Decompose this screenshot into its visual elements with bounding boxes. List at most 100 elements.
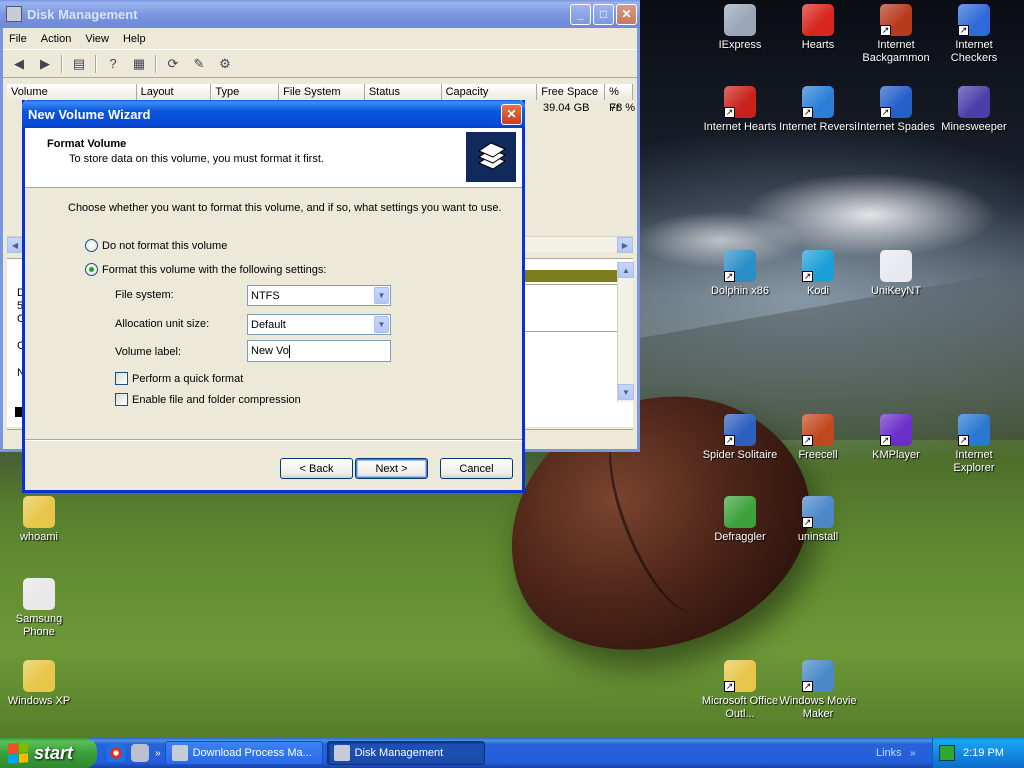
desktop-icon-uninstall[interactable]: ↗ uninstall	[779, 496, 857, 544]
desktop-icon-minesweeper[interactable]: Minesweeper	[935, 86, 1013, 134]
desktop-icon-windows-xp[interactable]: Windows XP	[0, 660, 78, 708]
system-tray: 2:19 PM	[932, 738, 1024, 768]
vertical-scrollbar[interactable]: ▲ ▼	[617, 262, 634, 402]
settings-icon[interactable]: ⚙	[215, 54, 235, 74]
close-icon: ✕	[506, 107, 517, 121]
desktop-icon-spider-solitaire[interactable]: ↗ Spider Solitaire	[701, 414, 779, 462]
links-toolbar[interactable]: Links	[876, 747, 902, 759]
allocation-unit-select[interactable]: Default ▼	[247, 314, 391, 335]
desktop-icon-dolphin[interactable]: ↗ Dolphin x86	[701, 250, 779, 298]
uninstall-icon: ↗	[802, 496, 834, 528]
desktop-icon-freecell[interactable]: ↗ Freecell	[779, 414, 857, 462]
scroll-left-icon[interactable]: ◀	[7, 237, 23, 253]
desktop-icon-whoami[interactable]: whoami	[0, 496, 78, 544]
spreadsheet-file-icon	[23, 578, 55, 610]
wizard-titlebar[interactable]: New Volume Wizard ✕	[22, 100, 525, 128]
column-capacity[interactable]: Capacity	[441, 84, 538, 100]
clock[interactable]: 2:19 PM	[963, 747, 1004, 759]
column-free-space[interactable]: Free Space	[537, 84, 606, 100]
network-icon[interactable]	[939, 745, 955, 761]
desktop-icon-outlook[interactable]: ↗ Microsoft Office Outl...	[701, 660, 779, 721]
desktop-icon-internet-backgammon[interactable]: ↗ Internet Backgammon	[857, 4, 935, 65]
minesweeper-icon	[958, 86, 990, 118]
column-percent-free[interactable]: % Fr	[605, 84, 633, 114]
disk-management-titlebar[interactable]: Disk Management _ □ ✕	[0, 0, 640, 28]
desktop-icon-internet-explorer[interactable]: ↗ Internet Explorer	[935, 414, 1013, 475]
radio-button-selected[interactable]	[85, 263, 98, 276]
links-expand-icon[interactable]: »	[910, 748, 916, 759]
desktop-icon-iexpress[interactable]: IExpress	[701, 4, 779, 52]
radio-button[interactable]	[85, 239, 98, 252]
back-button[interactable]: < Back	[280, 458, 353, 479]
properties-icon[interactable]: ✎	[189, 54, 209, 74]
wizard-close-button[interactable]: ✕	[501, 103, 522, 125]
chevron-down-icon[interactable]: ▼	[374, 316, 389, 333]
refresh-icon[interactable]: ⟳	[163, 54, 183, 74]
wizard-title: New Volume Wizard	[28, 106, 151, 122]
desktop-icon-kmplayer[interactable]: ↗ KMPlayer	[857, 414, 935, 462]
allocation-unit-label: Allocation unit size:	[115, 318, 210, 330]
chrome-icon[interactable]	[107, 744, 125, 762]
file-system-select[interactable]: NTFS ▼	[247, 285, 391, 306]
checkbox[interactable]	[115, 372, 128, 385]
close-button[interactable]: ✕	[616, 3, 637, 25]
outlook-icon: ↗	[724, 660, 756, 692]
taskbar-task-disk-management[interactable]: Disk Management	[326, 741, 485, 765]
taskbar-task-download-process[interactable]: Download Process Ma...	[164, 741, 323, 765]
printer-icon[interactable]	[131, 744, 149, 762]
desktop-icon-internet-spades[interactable]: ↗ Internet Spades	[857, 86, 935, 134]
internet-explorer-icon: ↗	[958, 414, 990, 446]
desktop-icon-unikeynt[interactable]: UniKeyNT	[857, 250, 935, 298]
start-button[interactable]: start	[0, 738, 97, 768]
desktop-icon-internet-hearts[interactable]: ↗ Internet Hearts	[701, 86, 779, 134]
forward-arrow-icon[interactable]: ▶	[35, 54, 55, 74]
compression-checkbox[interactable]: Enable file and folder compression	[115, 393, 301, 406]
menu-file[interactable]: File	[9, 33, 27, 45]
column-type[interactable]: Type	[211, 84, 280, 100]
column-file-system[interactable]: File System	[279, 84, 365, 100]
desktop-icon-internet-reversi[interactable]: ↗ Internet Reversi	[779, 86, 857, 134]
minimize-button[interactable]: _	[570, 3, 591, 25]
scroll-right-icon[interactable]: ▶	[617, 237, 633, 253]
radio-do-not-format[interactable]: Do not format this volume	[85, 239, 227, 252]
list-view-icon[interactable]: ▦	[129, 54, 149, 74]
folder-icon	[23, 496, 55, 528]
scroll-up-icon[interactable]: ▲	[618, 262, 634, 278]
chevron-down-icon[interactable]: ▼	[374, 287, 389, 304]
disk-management-icon	[6, 6, 22, 22]
quick-launch: »	[107, 744, 161, 762]
column-status[interactable]: Status	[364, 84, 442, 100]
menubar: File Action View Help	[3, 28, 637, 50]
console-tree-icon[interactable]: ▤	[69, 54, 89, 74]
quick-launch-expand-icon[interactable]: »	[155, 748, 161, 759]
radio-format-volume[interactable]: Format this volume with the following se…	[85, 263, 326, 276]
desktop-icon-defraggler[interactable]: Defraggler	[701, 496, 779, 544]
back-arrow-icon[interactable]: ◀	[9, 54, 29, 74]
volume-label-input[interactable]: New Vo	[247, 340, 391, 362]
desktop-icon-internet-checkers[interactable]: ↗ Internet Checkers	[935, 4, 1013, 65]
internet-hearts-icon: ↗	[724, 86, 756, 118]
help-icon[interactable]: ?	[103, 54, 123, 74]
folder-icon	[23, 660, 55, 692]
desktop-icon-kodi[interactable]: ↗ Kodi	[779, 250, 857, 298]
maximize-button[interactable]: □	[593, 3, 614, 25]
defraggler-icon	[724, 496, 756, 528]
volume-bar	[523, 270, 619, 282]
volume-block[interactable]	[523, 284, 619, 332]
column-volume[interactable]: Volume	[7, 84, 137, 100]
column-layout[interactable]: Layout	[136, 84, 212, 100]
cancel-button[interactable]: Cancel	[440, 458, 513, 479]
menu-help[interactable]: Help	[123, 33, 146, 45]
quick-format-checkbox[interactable]: Perform a quick format	[115, 372, 243, 385]
desktop-icon-movie-maker[interactable]: ↗ Windows Movie Maker	[779, 660, 857, 721]
checkbox[interactable]	[115, 393, 128, 406]
desktop-icon-samsung-phone[interactable]: Samsung Phone	[0, 578, 78, 639]
next-button[interactable]: Next >	[355, 458, 428, 479]
scroll-down-icon[interactable]: ▼	[618, 384, 634, 400]
menu-view[interactable]: View	[85, 33, 109, 45]
menu-action[interactable]: Action	[41, 33, 72, 45]
desktop-icon-hearts[interactable]: Hearts	[779, 4, 857, 52]
wizard-footer-divider	[25, 439, 522, 441]
process-manager-icon	[171, 745, 188, 761]
disk-management-icon	[333, 745, 350, 761]
